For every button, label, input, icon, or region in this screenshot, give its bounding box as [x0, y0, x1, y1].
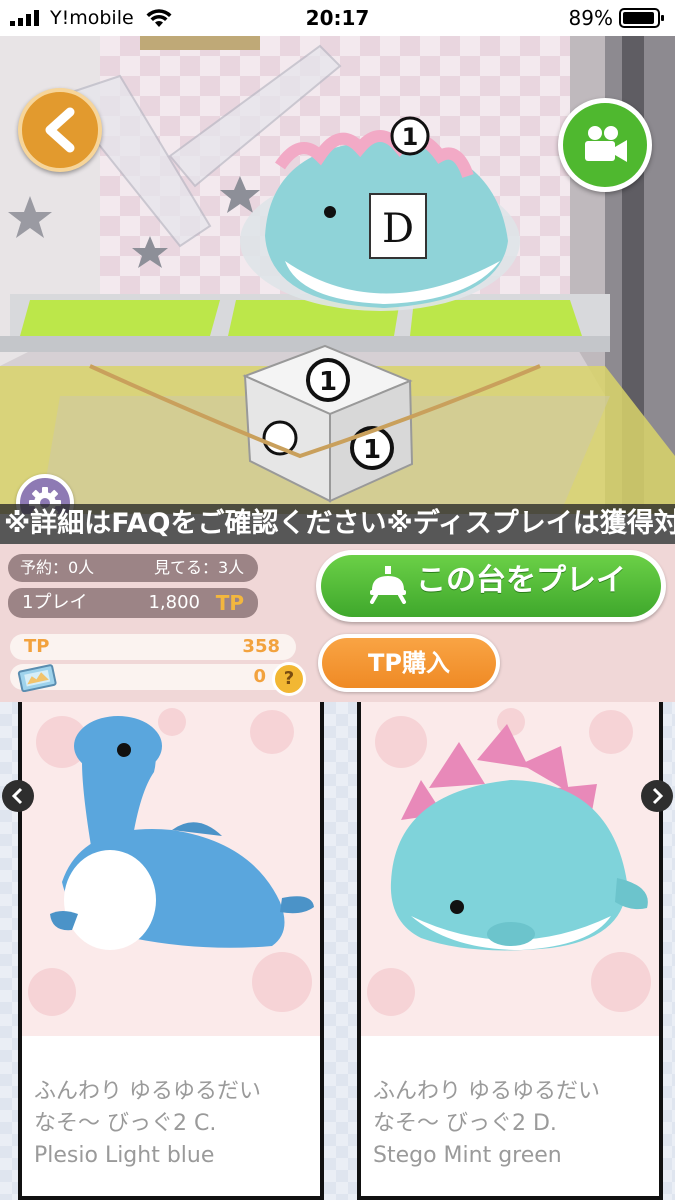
question-icon: ? — [283, 668, 295, 689]
marquee-text: ※詳細はFAQをご確認ください※ディスプレイは獲得対象 — [4, 508, 675, 539]
prize-name: ふんわり ゆるゆるだい なそ～ びっぐ2 C. Plesio Light blu… — [34, 1079, 261, 1168]
plesio-plush-image — [22, 702, 320, 1036]
ticket-icon — [17, 664, 57, 692]
queue-info: 予約：0人 見てる：3人 — [8, 554, 258, 582]
price-label: 1プレイ — [22, 592, 88, 613]
play-control-panel: 予約：0人 見てる：3人 1プレイ 1,800 TP この台をプレイ TP 35… — [0, 544, 675, 702]
buy-tp-button[interactable]: TP購入 — [318, 634, 500, 692]
machine-interior-illustration: D 1 1 1 — [0, 36, 675, 514]
prize-letter: D — [382, 206, 414, 252]
viewer-count: 見てる：3人 — [154, 558, 245, 577]
prize-name: ふんわり ゆるゆるだい なそ～ びっぐ2 D. Stego Mint green — [373, 1079, 600, 1168]
stego-plush-image — [361, 702, 659, 1036]
battery-icon — [619, 8, 664, 28]
chevron-left-icon — [45, 107, 75, 153]
crane-camera-view: D 1 1 1 — [0, 36, 675, 514]
play-button-label: この台をプレイ — [416, 563, 626, 598]
prize-carousel[interactable]: ふんわり ゆるゆるだい なそ～ びっぐ2 C. Plesio Light blu… — [0, 702, 675, 1200]
svg-text:1: 1 — [319, 367, 337, 397]
prize-image — [22, 702, 320, 1036]
prize-card[interactable]: ふんわり ゆるゆるだい なそ～ びっぐ2 D. Stego Mint green — [357, 702, 663, 1200]
tp-value: 358 — [242, 636, 280, 657]
battery-percent: 89% — [568, 6, 613, 30]
tp-label: TP — [24, 636, 50, 657]
reservation-count: 予約：0人 — [20, 558, 95, 577]
carousel-prev-button[interactable] — [2, 780, 34, 812]
back-button[interactable] — [18, 88, 102, 172]
chevron-left-icon — [11, 787, 23, 805]
play-this-machine-button[interactable]: この台をプレイ — [316, 550, 666, 622]
prize-card[interactable]: ふんわり ゆるゆるだい なそ～ びっぐ2 C. Plesio Light blu… — [18, 702, 324, 1200]
svg-text:1: 1 — [402, 123, 419, 151]
ticket-value: 0 — [253, 666, 266, 687]
ticket-balance: 0 — [10, 664, 296, 692]
price-value: 1,800 — [148, 592, 200, 613]
crane-claw-icon — [370, 566, 406, 604]
tp-balance: TP 358 — [10, 634, 296, 660]
prize-image — [361, 702, 659, 1036]
price-unit: TP — [215, 591, 244, 615]
video-record-button[interactable] — [558, 98, 652, 192]
play-price: 1プレイ 1,800 TP — [8, 588, 258, 618]
svg-text:1: 1 — [363, 435, 381, 465]
notice-marquee: ※詳細はFAQをご確認ください※ディスプレイは獲得対象 — [0, 504, 675, 544]
video-camera-icon — [585, 126, 627, 162]
chevron-right-icon — [652, 787, 664, 805]
carousel-next-button[interactable] — [641, 780, 673, 812]
help-button[interactable]: ? — [272, 662, 306, 696]
status-bar: Y!mobile 20:17 89% — [0, 0, 675, 36]
buy-tp-label: TP購入 — [322, 638, 496, 688]
